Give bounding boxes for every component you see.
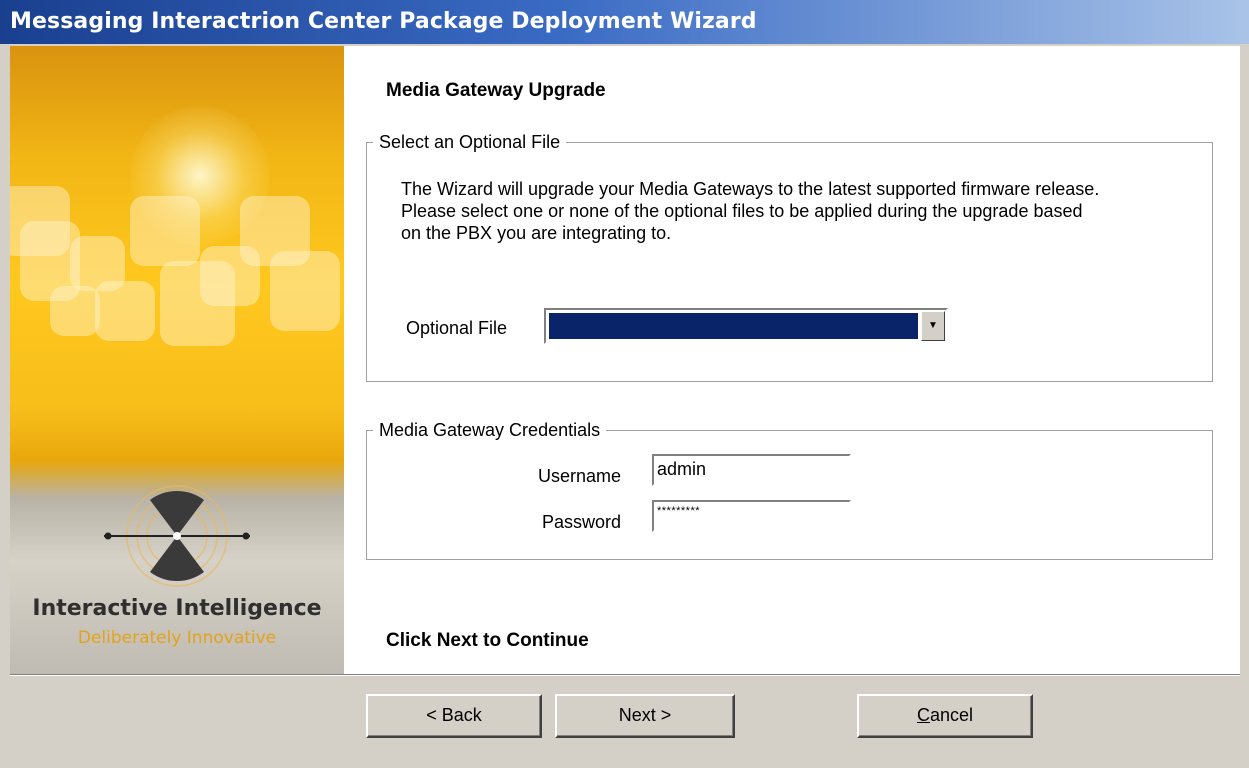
optional-file-selected xyxy=(549,313,918,339)
window-title: Messaging Interactrion Center Package De… xyxy=(10,9,757,34)
wizard-banner: Interactive Intelligence Deliberately In… xyxy=(10,46,344,674)
title-bar[interactable]: Messaging Interactrion Center Package De… xyxy=(0,0,1249,44)
banner-square xyxy=(95,281,155,341)
password-label: Password xyxy=(542,512,622,532)
page-heading: Media Gateway Upgrade xyxy=(386,80,606,101)
continue-hint: Click Next to Continue xyxy=(386,630,589,651)
optional-file-dropdown[interactable]: ▼ xyxy=(544,308,948,344)
company-tagline: Deliberately Innovative xyxy=(77,628,277,648)
cancel-button[interactable]: Cancel xyxy=(857,694,1033,738)
back-button[interactable]: < Back xyxy=(366,694,542,738)
credentials-legend: Media Gateway Credentials xyxy=(379,420,601,440)
cancel-label: ancel xyxy=(929,705,974,725)
next-button[interactable]: Next > xyxy=(555,694,735,738)
username-field[interactable]: admin xyxy=(652,454,851,486)
password-field[interactable]: ********* xyxy=(652,500,851,532)
banner-square xyxy=(130,196,200,266)
cancel-accelerator: C xyxy=(916,705,930,725)
banner-square xyxy=(50,286,100,336)
interactive-intelligence-logo-icon xyxy=(104,485,250,587)
banner-square xyxy=(270,251,340,331)
upgrade-description: The Wizard will upgrade your Media Gatew… xyxy=(401,179,1100,243)
optional-file-legend: Select an Optional File xyxy=(379,132,561,152)
credentials-group: Media Gateway Credentials xyxy=(366,420,1213,560)
optional-file-label: Optional File xyxy=(406,318,508,338)
company-name: Interactive Intelligence xyxy=(32,596,322,621)
username-label: Username xyxy=(538,466,622,486)
footer-divider xyxy=(10,674,1240,676)
optional-file-group: Select an Optional File xyxy=(366,132,1213,382)
chevron-down-icon[interactable]: ▼ xyxy=(921,311,945,341)
